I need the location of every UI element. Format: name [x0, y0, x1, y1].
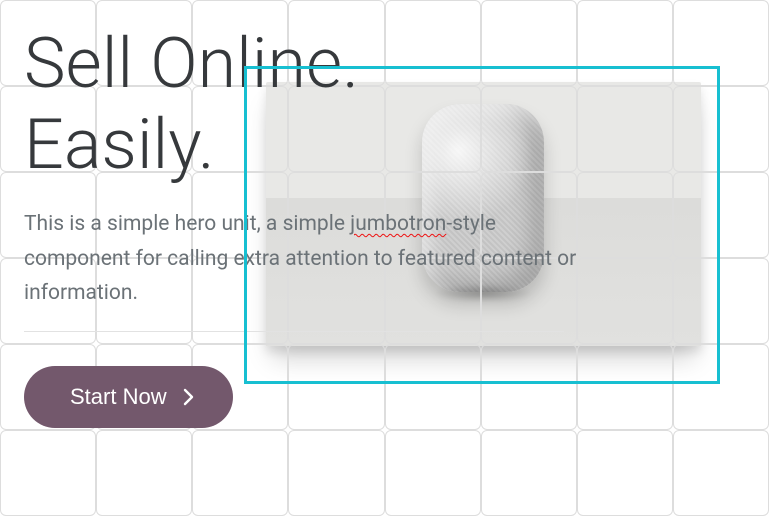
- editor-canvas: Sell Online. Easily. This is a simple he…: [0, 0, 769, 517]
- hero-title-line2: Easily.: [24, 104, 215, 186]
- start-now-label: Start Now: [70, 384, 167, 410]
- selection-marquee[interactable]: [244, 66, 720, 384]
- chevron-right-icon: [181, 388, 195, 406]
- start-now-button[interactable]: Start Now: [24, 366, 233, 428]
